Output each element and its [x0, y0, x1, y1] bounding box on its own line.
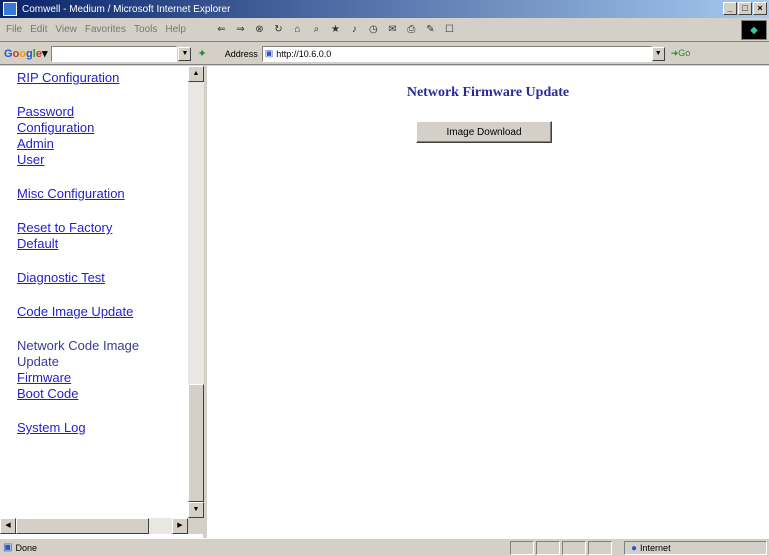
nav-link-reset-factory-default[interactable]: Reset to Factory Default: [17, 220, 137, 252]
main-frame: Network Firmware Update Image Download: [207, 66, 769, 538]
minimize-button[interactable]: _: [723, 2, 737, 15]
close-button[interactable]: ×: [753, 2, 767, 15]
google-dropdown-button[interactable]: ▼: [178, 46, 192, 61]
search-icon[interactable]: ⌕: [309, 22, 324, 37]
scroll-down-button[interactable]: ▼: [188, 502, 204, 518]
menu-view[interactable]: View: [55, 24, 77, 35]
status-pane: [562, 541, 586, 555]
nav-link-network-code-image-update[interactable]: Network Code Image Update: [17, 338, 167, 370]
back-icon[interactable]: ⇐: [214, 22, 229, 37]
google-toolbar-logo[interactable]: Google▾: [4, 47, 47, 60]
nav-link-firmware[interactable]: Firmware: [17, 370, 190, 386]
google-search-icon[interactable]: ✦: [197, 47, 206, 60]
status-bar: ▣ Done ● Internet: [0, 538, 769, 556]
status-text: Done: [15, 542, 37, 553]
nav-link-admin[interactable]: Admin: [17, 136, 190, 152]
nav-vertical-scrollbar[interactable]: ▲ ▼: [188, 66, 204, 518]
menu-edit[interactable]: Edit: [30, 24, 47, 35]
nav-link-diagnostic-test[interactable]: Diagnostic Test: [17, 270, 190, 286]
menu-tools[interactable]: Tools: [134, 24, 157, 35]
globe-icon: ●: [631, 542, 638, 554]
page-title: Network Firmware Update: [406, 85, 570, 100]
history-icon[interactable]: ◷: [366, 22, 381, 37]
menu-favorites[interactable]: Favorites: [85, 24, 126, 35]
nav-link-system-log[interactable]: System Log: [17, 420, 190, 436]
nav-link-password-configuration[interactable]: Password Configuration: [17, 104, 112, 136]
menu-file[interactable]: File: [6, 24, 22, 35]
forward-icon[interactable]: ⇒: [233, 22, 248, 37]
page-done-icon: ▣: [3, 542, 13, 553]
scroll-left-button[interactable]: ◀: [0, 518, 16, 534]
menu-help[interactable]: Help: [165, 24, 186, 35]
status-pane: [588, 541, 612, 555]
print-icon[interactable]: ⎙: [404, 22, 419, 37]
vertical-scroll-thumb[interactable]: [188, 384, 204, 502]
go-button[interactable]: ➜Go: [671, 48, 691, 59]
windows-logo-icon: ◆: [741, 20, 767, 40]
title-bar: Comwell - Medium / Microsoft Internet Ex…: [0, 0, 769, 18]
horizontal-scroll-thumb[interactable]: [16, 518, 149, 534]
nav-link-boot-code[interactable]: Boot Code: [17, 386, 190, 402]
page-icon: ▣: [264, 48, 274, 58]
status-pane: [536, 541, 560, 555]
stop-icon[interactable]: ⊗: [252, 22, 267, 37]
nav-link-user[interactable]: User: [17, 152, 190, 168]
address-dropdown-button[interactable]: ▼: [651, 46, 665, 61]
menu-toolbar-row: File Edit View Favorites Tools Help ⇐ ⇒ …: [0, 18, 769, 42]
zone-label: Internet: [640, 543, 671, 553]
scroll-up-button[interactable]: ▲: [188, 66, 204, 82]
address-row: Google▾ ▼ ✦ Address ▣ http://10.6.0.0 ▼ …: [0, 43, 769, 65]
image-download-button[interactable]: Image Download: [416, 121, 552, 143]
scrollbar-corner: [188, 518, 204, 534]
nav-frame: RIP Configuration Password Configuration…: [0, 66, 205, 538]
nav-link-misc-configuration[interactable]: Misc Configuration: [17, 186, 190, 202]
discuss-icon[interactable]: ☐: [442, 22, 457, 37]
favorites-icon[interactable]: ★: [328, 22, 343, 37]
address-label: Address: [224, 48, 258, 59]
home-icon[interactable]: ⌂: [290, 22, 305, 37]
nav-horizontal-scrollbar[interactable]: ◀ ▶: [0, 518, 188, 534]
mail-icon[interactable]: ✉: [385, 22, 400, 37]
nav-link-rip-configuration[interactable]: RIP Configuration: [17, 70, 190, 86]
edit-icon[interactable]: ✎: [423, 22, 438, 37]
ie-icon: [3, 2, 17, 16]
window-title: Comwell - Medium / Microsoft Internet Ex…: [22, 3, 231, 15]
go-label: Go: [678, 48, 691, 58]
security-zone: ● Internet: [624, 541, 767, 555]
menu-bar: File Edit View Favorites Tools Help: [6, 24, 186, 35]
standard-toolbar: ⇐ ⇒ ⊗ ↻ ⌂ ⌕ ★ ♪ ◷ ✉ ⎙ ✎ ☐: [214, 22, 457, 37]
nav-link-code-image-update[interactable]: Code Image Update: [17, 304, 190, 320]
refresh-icon[interactable]: ↻: [271, 22, 286, 37]
address-field[interactable]: ▣ http://10.6.0.0: [261, 45, 652, 62]
status-pane: [510, 541, 534, 555]
media-icon[interactable]: ♪: [347, 22, 362, 37]
nav-menu: RIP Configuration Password Configuration…: [0, 66, 190, 518]
address-url: http://10.6.0.0: [276, 48, 332, 59]
google-search-input[interactable]: [51, 45, 178, 62]
maximize-button[interactable]: □: [738, 2, 752, 15]
scroll-right-button[interactable]: ▶: [172, 518, 188, 534]
